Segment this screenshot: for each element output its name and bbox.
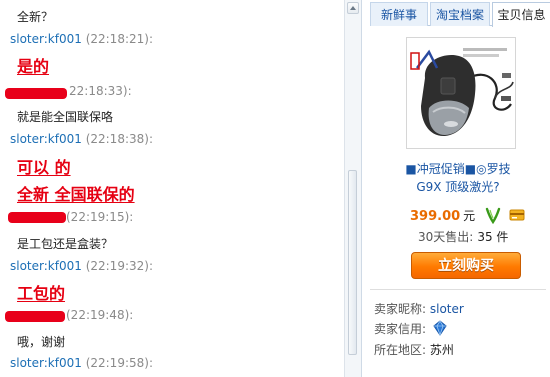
product-title-line: ■冲冠促销■◎罗技 <box>405 162 511 176</box>
chat-message: 是工包还是盒装？ <box>17 237 114 251</box>
chat-scrollbar[interactable] <box>344 0 361 377</box>
message-time: (22:19:32): <box>85 259 153 273</box>
message-time: (22:18:21): <box>85 32 153 46</box>
message-time: (22:18:38): <box>85 132 153 146</box>
divider <box>370 289 546 290</box>
chat-message-emphasis: 可以 的 <box>17 158 71 177</box>
scroll-up-icon[interactable] <box>347 2 359 14</box>
chat-message-header: (22:19:15): <box>66 210 133 224</box>
chat-message-emphasis: 全新 全国联保的 <box>17 185 135 204</box>
tab-news[interactable]: 新鲜事 <box>370 2 428 26</box>
chat-message: 哦，谢谢 <box>17 335 66 349</box>
redacted-name <box>8 212 66 223</box>
chat-message-emphasis: 是的 <box>17 57 50 76</box>
price-row: 399.00 元 <box>410 205 525 225</box>
tab-item-info[interactable]: 宝贝信息 <box>492 2 550 27</box>
sender-name[interactable]: sloter:kf001 <box>10 259 82 273</box>
seller-credit-label: 卖家信用: <box>374 322 427 336</box>
product-image[interactable] <box>406 37 516 149</box>
chat-log[interactable]: 全新？ sloter:kf001 (22:18:21): 是的 22:18:33… <box>0 0 344 377</box>
chat-message-header: sloter:kf001 (22:18:38): <box>10 132 153 146</box>
message-time: 22:18:33): <box>69 84 132 98</box>
chat-message-emphasis: 工包的 <box>17 284 66 303</box>
chat-message: 就是能全国联保咯 <box>17 110 114 124</box>
seller-region-value: 苏州 <box>429 343 454 357</box>
chat-message-header: sloter:kf001 (22:18:21): <box>10 32 153 46</box>
chat-message: 全新？ <box>17 10 54 24</box>
info-panel: 新鲜事 淘宝档案 宝贝信息 ■冲冠促销■◎罗技 G9X 顶级激光? 399.00… <box>361 0 550 377</box>
consumer-protection-icon[interactable] <box>484 206 502 225</box>
chat-message-header: sloter:kf001 (22:19:32): <box>10 259 153 273</box>
panel-tabs: 新鲜事 淘宝档案 宝贝信息 <box>370 2 550 27</box>
seller-region-row: 所在地区: 苏州 <box>374 341 454 358</box>
product-title-line: G9X 顶级激光? <box>416 180 500 194</box>
sender-name[interactable]: sloter:kf001 <box>10 356 82 370</box>
price-unit: 元 <box>463 209 476 223</box>
sender-name[interactable]: sloter:kf001 <box>10 32 82 46</box>
app-window: 全新？ sloter:kf001 (22:18:21): 是的 22:18:33… <box>0 0 550 377</box>
credit-card-icon[interactable] <box>509 208 525 222</box>
mouse-image-icon <box>407 38 515 148</box>
seller-region-label: 所在地区: <box>374 343 427 357</box>
chat-message-header: sloter:kf001 (22:19:58): <box>10 356 153 370</box>
price-value: 399.00 <box>410 209 461 224</box>
message-time: (22:19:15): <box>66 210 134 224</box>
scroll-thumb[interactable] <box>348 170 357 355</box>
chat-message-header: 22:18:33): <box>69 84 132 98</box>
product-title-link[interactable]: ■冲冠促销■◎罗技 G9X 顶级激光? <box>370 160 546 196</box>
buy-now-button[interactable]: 立刻购买 <box>411 252 521 279</box>
seller-credit-row: 卖家信用: <box>374 320 448 337</box>
sales-value: 35 件 <box>477 230 509 244</box>
message-time: (22:19:58): <box>85 356 153 370</box>
credit-diamond-icon[interactable] <box>432 320 448 337</box>
sender-name[interactable]: sloter:kf001 <box>10 132 82 146</box>
sales-count: 30天售出: 35 件 <box>418 228 508 245</box>
seller-nick-link[interactable]: sloter <box>430 302 464 316</box>
redacted-name <box>5 311 65 322</box>
seller-nick-row: 卖家昵称: sloter <box>374 300 464 317</box>
seller-nick-label: 卖家昵称: <box>374 302 427 316</box>
chat-message-header: (22:19:48): <box>66 308 133 322</box>
tab-taobao-profile[interactable]: 淘宝档案 <box>430 2 490 26</box>
redacted-name <box>5 88 67 99</box>
message-time: (22:19:48): <box>66 308 134 322</box>
sales-label: 30天售出: <box>418 230 474 244</box>
